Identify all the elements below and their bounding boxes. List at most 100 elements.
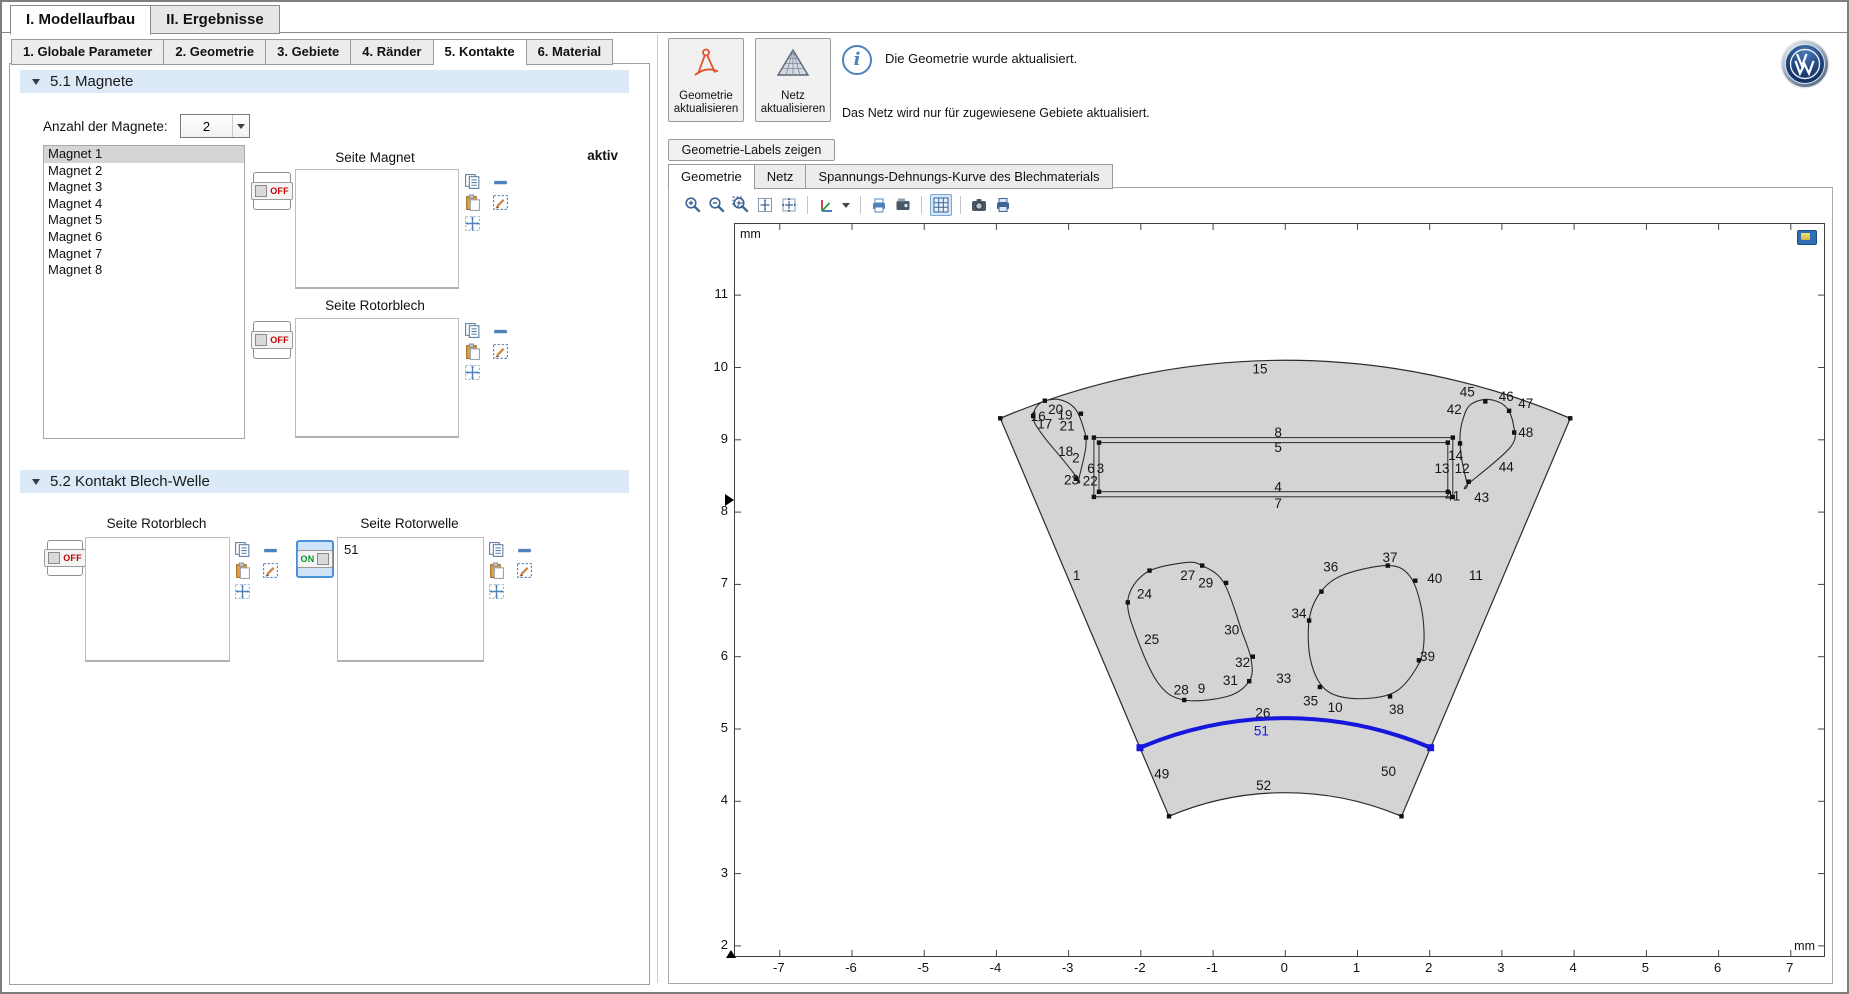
magnet-list[interactable]: Magnet 1Magnet 2Magnet 3Magnet 4Magnet 5…	[43, 145, 245, 439]
view-tab-netz[interactable]: Netz	[755, 164, 807, 189]
seite-rotorblech-selection-box[interactable]	[295, 318, 459, 438]
zoom-selected-icon[interactable]	[755, 195, 775, 215]
plot-axes[interactable]: 1545464742481620191721182632322854714131…	[734, 223, 1825, 957]
info-message-geometry: Die Geometrie wurde aktualisiert.	[885, 51, 1077, 66]
tab-raender[interactable]: 4. Ränder	[351, 39, 433, 65]
clear-selection-icon[interactable]	[492, 194, 509, 211]
kontakt-rotorblech-toggle[interactable]: OFF	[47, 540, 83, 576]
netz-aktualisieren-button[interactable]: Netz aktualisieren	[755, 38, 831, 122]
seite-magnet-toggle[interactable]: OFF	[253, 172, 291, 210]
svg-text:4: 4	[1274, 479, 1282, 494]
graphics-panel: 1545464742481620191721182632322854714131…	[668, 187, 1833, 984]
magnet-list-item[interactable]: Magnet 5	[44, 212, 244, 229]
zoom-in-icon[interactable]	[683, 195, 703, 215]
kontakt-rotorblech-title: Seite Rotorblech	[85, 516, 228, 531]
svg-text:46: 46	[1499, 389, 1514, 404]
anzahl-magnete-label: Anzahl der Magnete:	[43, 119, 168, 134]
magnet-list-item[interactable]: Magnet 2	[44, 163, 244, 180]
anzahl-magnete-select[interactable]: 2	[180, 114, 250, 138]
tab-globale-parameter[interactable]: 1. Globale Parameter	[11, 39, 164, 65]
zoom-to-selection-icon[interactable]	[488, 583, 505, 600]
tab-ergebnisse[interactable]: II. Ergebnisse	[151, 5, 280, 34]
image-export-icon[interactable]	[893, 195, 913, 215]
paste-icon[interactable]	[488, 562, 505, 579]
zoom-box-icon[interactable]	[731, 195, 751, 215]
paste-icon[interactable]	[464, 343, 481, 360]
section-header-magnete[interactable]: 5.1 Magnete	[20, 70, 629, 93]
zoom-to-selection-icon[interactable]	[464, 364, 481, 381]
zoom-extents-icon[interactable]	[779, 195, 799, 215]
view-axes-icon[interactable]	[816, 195, 836, 215]
button-label: aktualisieren	[674, 103, 739, 115]
selection-entry-51[interactable]: 51	[338, 538, 483, 557]
copy-icon[interactable]	[464, 322, 481, 339]
copy-icon[interactable]	[464, 173, 481, 190]
seite-rotorblech-toggle[interactable]: OFF	[253, 321, 291, 359]
svg-text:17: 17	[1037, 416, 1052, 431]
info-icon: i	[842, 45, 872, 75]
copy-icon[interactable]	[488, 541, 505, 558]
svg-text:24: 24	[1137, 586, 1153, 601]
remove-icon[interactable]	[516, 542, 533, 559]
print-color-icon[interactable]	[993, 195, 1013, 215]
clear-selection-icon[interactable]	[492, 343, 509, 360]
tab-kontakte[interactable]: 5. Kontakte	[434, 39, 527, 66]
zoom-to-selection-icon[interactable]	[464, 215, 481, 232]
svg-text:39: 39	[1420, 649, 1435, 664]
section-title: 5.1 Magnete	[50, 73, 133, 90]
clear-selection-icon[interactable]	[516, 562, 533, 579]
x-tick-label: 0	[1281, 960, 1288, 975]
magnet-list-item[interactable]: Magnet 1	[44, 146, 244, 163]
kontakt-rotorwelle-selection-box[interactable]: 51	[337, 537, 484, 662]
svg-text:42: 42	[1447, 402, 1462, 417]
svg-text:37: 37	[1382, 550, 1397, 565]
svg-text:45: 45	[1460, 385, 1475, 400]
y-tick-label: 3	[702, 865, 728, 880]
tab-geometrie[interactable]: 2. Geometrie	[164, 39, 266, 65]
button-label: Geometrie	[679, 90, 733, 102]
tab-gebiete[interactable]: 3. Gebiete	[266, 39, 351, 65]
paste-icon[interactable]	[234, 562, 251, 579]
svg-text:2: 2	[1072, 450, 1080, 465]
x-tick-label: -2	[1134, 960, 1146, 975]
section-header-kontakt[interactable]: 5.2 Kontakt Blech-Welle	[20, 470, 629, 493]
rotor-geometry-plot[interactable]: 1545464742481620191721182632322854714131…	[735, 224, 1824, 956]
view-tab-spannungs-dehnungs-kurve[interactable]: Spannungs-Dehnungs-Kurve des Blechmateri…	[806, 164, 1112, 189]
paste-icon[interactable]	[464, 194, 481, 211]
remove-icon[interactable]	[262, 542, 279, 559]
tab-material[interactable]: 6. Material	[527, 39, 614, 65]
magnet-list-item[interactable]: Magnet 7	[44, 246, 244, 263]
remove-icon[interactable]	[492, 174, 509, 191]
zoom-out-icon[interactable]	[707, 195, 727, 215]
x-tick-label: 7	[1786, 960, 1793, 975]
geometrie-labels-button[interactable]: Geometrie-Labels zeigen	[668, 139, 835, 161]
x-tick-label: 6	[1714, 960, 1721, 975]
x-tick-label: -3	[1062, 960, 1074, 975]
grid-icon[interactable]	[930, 194, 952, 216]
zoom-to-selection-icon[interactable]	[234, 583, 251, 600]
copy-icon[interactable]	[234, 541, 251, 558]
y-tick-label: 2	[702, 937, 728, 952]
remove-icon[interactable]	[492, 323, 509, 340]
camera-icon[interactable]	[969, 195, 989, 215]
magnet-list-item[interactable]: Magnet 4	[44, 196, 244, 213]
view-info-icon[interactable]	[1797, 230, 1817, 245]
clear-selection-icon[interactable]	[262, 562, 279, 579]
tab-modellaufbau[interactable]: I. Modellaufbau	[10, 5, 151, 35]
seite-magnet-selection-box[interactable]	[295, 169, 459, 289]
kontakt-rotorwelle-toggle[interactable]: ON	[296, 540, 334, 578]
magnet-list-item[interactable]: Magnet 8	[44, 262, 244, 279]
magnet-list-item[interactable]: Magnet 3	[44, 179, 244, 196]
svg-text:26: 26	[1255, 706, 1270, 721]
geometrie-aktualisieren-button[interactable]: Geometrie aktualisieren	[668, 38, 744, 122]
x-tick-label: -4	[990, 960, 1002, 975]
x-tick-label: 5	[1642, 960, 1649, 975]
svg-text:51: 51	[1254, 724, 1269, 739]
chevron-down-icon[interactable]	[842, 203, 850, 208]
compass-icon	[688, 45, 724, 86]
kontakt-rotorblech-selection-box[interactable]	[85, 537, 230, 662]
sub-tab-bar: 1. Globale Parameter 2. Geometrie 3. Geb…	[11, 39, 613, 66]
view-tab-geometrie[interactable]: Geometrie	[668, 164, 755, 190]
print-icon[interactable]	[869, 195, 889, 215]
magnet-list-item[interactable]: Magnet 6	[44, 229, 244, 246]
